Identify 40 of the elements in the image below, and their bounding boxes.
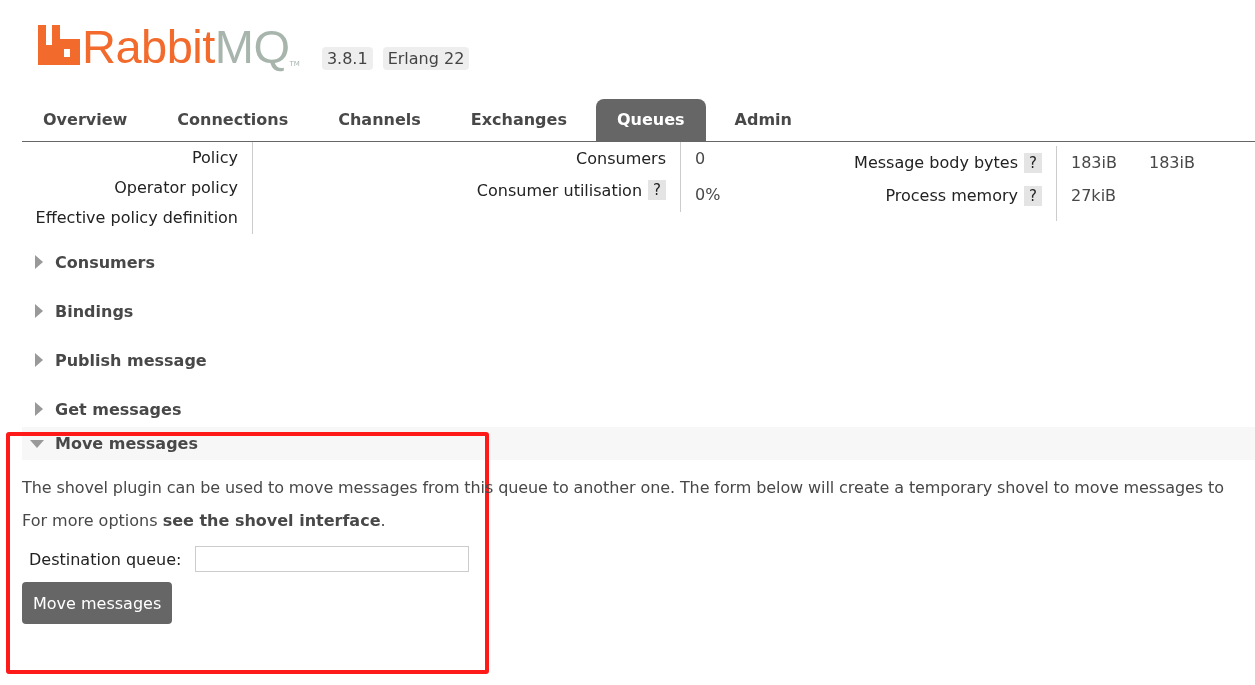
help-button[interactable]: ? (648, 180, 666, 200)
rabbit-logo-icon (38, 25, 80, 65)
section-toggle[interactable]: Get messages (22, 393, 182, 425)
caret-right-icon (35, 402, 43, 416)
nav-tab[interactable]: Queues (595, 99, 706, 141)
nav-tab[interactable]: Admin (713, 99, 813, 141)
detail-value: 183iB (1071, 153, 1118, 172)
caret-right-icon (35, 304, 43, 318)
detail-label: Message body bytes (854, 153, 1019, 172)
more-options-text: For more options see the shovel interface. (22, 511, 387, 530)
detail-value: 0% (695, 184, 721, 204)
detail-label: Consumer utilisation (476, 180, 643, 200)
caret-right-icon (35, 353, 43, 367)
detail-label: Operator policy (114, 177, 238, 197)
destination-queue-field[interactable] (195, 546, 470, 572)
caret-down-icon (30, 439, 44, 448)
detail-label: Consumers (576, 148, 666, 168)
erlang-badge: Erlang 22 (382, 47, 470, 70)
nav-tab[interactable]: Connections (156, 99, 310, 141)
detail-value: 0 (695, 148, 706, 168)
section-toggle[interactable]: Consumers (22, 246, 155, 278)
nav-tab[interactable]: Channels (317, 99, 442, 141)
detail-label: Process memory (885, 186, 1019, 205)
nav-tab[interactable]: Exchanges (449, 99, 588, 141)
version-badge: 3.8.1 (321, 47, 373, 70)
caret-right-icon (35, 255, 43, 269)
logo-text: Rabbit (82, 23, 215, 70)
move-messages-button[interactable]: Move messages (22, 582, 173, 624)
logo-text: MQ (214, 23, 290, 70)
help-button[interactable]: ? (1024, 152, 1042, 173)
section-toggle[interactable]: Publish message (22, 344, 207, 376)
help-button[interactable]: ? (1024, 185, 1042, 206)
section-toggle[interactable]: Move messages (22, 427, 198, 460)
detail-label: Effective policy definition (35, 207, 238, 227)
detail-label: Policy (191, 147, 238, 167)
section-toggle[interactable]: Bindings (22, 295, 134, 327)
detail-value: 183iB (1149, 153, 1196, 172)
detail-value: 27kiB (1071, 186, 1118, 205)
field-label: Destination queue: (29, 549, 182, 569)
nav-tab[interactable]: Overview (22, 99, 149, 141)
